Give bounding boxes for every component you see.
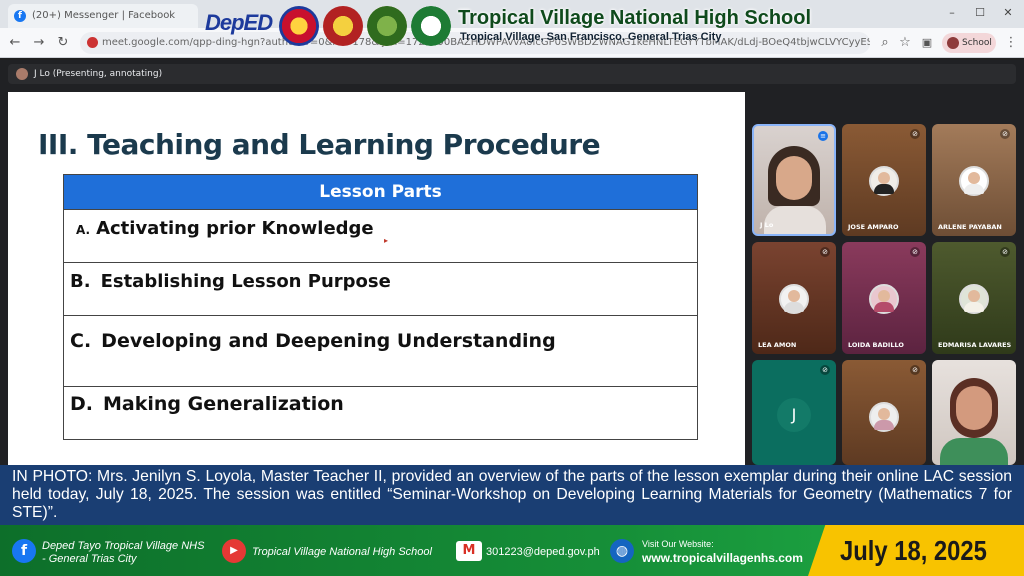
- participant-avatar: [869, 402, 899, 432]
- participant-tile[interactable]: ⊘ EDMARISA LAVARES: [932, 242, 1016, 354]
- facebook-icon: f: [14, 10, 26, 22]
- row-letter: D.: [70, 393, 93, 415]
- mic-off-icon: ⊘: [820, 247, 830, 257]
- browser-tab[interactable]: f (20+) Messenger | Facebook: [8, 4, 198, 28]
- participant-avatar: [779, 284, 809, 314]
- profile-label: School: [962, 38, 992, 48]
- youtube-channel[interactable]: Tropical Village National High School: [252, 546, 432, 558]
- mic-off-icon: ⊘: [1000, 129, 1010, 139]
- school-seal-logo: [411, 6, 451, 46]
- zoom-icon[interactable]: ⌕: [876, 34, 894, 52]
- extensions-icon[interactable]: ▣: [918, 34, 936, 52]
- close-button[interactable]: ✕: [996, 6, 1020, 22]
- participant-avatar: [869, 166, 899, 196]
- mic-off-icon: ⊘: [910, 247, 920, 257]
- participant-tile[interactable]: ⊘: [842, 360, 926, 465]
- footer-bar: f Deped Tayo Tropical Village NHS - Gene…: [0, 525, 1024, 576]
- table-header: Lesson Parts: [64, 175, 697, 209]
- participant-avatar: [959, 284, 989, 314]
- profile-chip[interactable]: School: [942, 33, 996, 53]
- presentation-slide: III. Teaching and Learning Procedure Les…: [8, 92, 745, 465]
- row-letter: C.: [70, 330, 92, 352]
- participant-tile[interactable]: ⊘ ARLENE PAYABAN: [932, 124, 1016, 236]
- participant-face: [956, 386, 992, 430]
- row-letter: A.: [76, 223, 91, 237]
- participant-avatar: [869, 284, 899, 314]
- region-seal-logo: [323, 6, 363, 46]
- table-row: D. Making Generalization: [64, 386, 697, 439]
- row-letter: B.: [70, 271, 91, 292]
- website-label: Visit Our Website:: [642, 539, 714, 549]
- row-text: Activating prior Knowledge: [96, 218, 374, 239]
- participant-initial-avatar: J: [777, 398, 811, 432]
- participant-name: JOSE AMPARO: [848, 223, 899, 231]
- meet-area: J Lo (Presenting, annotating) III. Teach…: [0, 60, 1024, 465]
- bagong-pilipinas-logo: [279, 6, 319, 46]
- participant-name: LOIDA BADILLO: [848, 341, 904, 349]
- minimize-button[interactable]: –: [940, 6, 964, 22]
- table-row: B. Establishing Lesson Purpose: [64, 262, 697, 315]
- school-name: Tropical Village National High School: [458, 7, 812, 29]
- presenter-label: J Lo (Presenting, annotating): [34, 69, 163, 79]
- participant-name: EDMARISA LAVARES: [938, 341, 1012, 349]
- facebook-icon: f: [12, 539, 36, 563]
- presenter-avatar: [16, 68, 28, 80]
- participant-tile[interactable]: [932, 360, 1016, 465]
- email-address[interactable]: 301223@deped.gov.ph: [486, 546, 600, 558]
- participant-body: [764, 206, 826, 234]
- mic-off-icon: ⊘: [1000, 247, 1010, 257]
- bookmark-star-icon[interactable]: ☆: [896, 34, 914, 52]
- speaking-indicator-icon: ≡: [818, 131, 828, 141]
- participant-body: [940, 438, 1008, 465]
- mic-off-icon: ⊘: [820, 365, 830, 375]
- presenter-bar: J Lo (Presenting, annotating): [8, 64, 1016, 84]
- post-date: July 18, 2025: [840, 535, 987, 566]
- participant-avatar: [959, 166, 989, 196]
- division-seal-logo: [367, 6, 407, 46]
- photo-caption: IN PHOTO: Mrs. Jenilyn S. Loyola, Master…: [0, 465, 1024, 525]
- more-menu-icon[interactable]: ⋮: [1002, 34, 1020, 52]
- table-row: C. Developing and Deepening Understanding: [64, 315, 697, 386]
- back-arrow-icon[interactable]: ←: [6, 34, 24, 52]
- website-url[interactable]: www.tropicalvillagenhs.com: [642, 551, 803, 565]
- participant-tile[interactable]: J ⊘: [752, 360, 836, 465]
- site-info-icon[interactable]: [87, 37, 98, 48]
- row-text: Making Generalization: [103, 393, 344, 415]
- table-row: A. Activating prior Knowledge ▸: [64, 209, 697, 262]
- deped-logo: DepED: [205, 10, 273, 35]
- participant-name: J Lo: [760, 221, 774, 229]
- row-text: Establishing Lesson Purpose: [100, 271, 391, 292]
- tab-title: (20+) Messenger | Facebook: [32, 10, 176, 21]
- annotation-cursor-icon: ▸: [384, 236, 389, 245]
- youtube-icon: ▶: [222, 539, 246, 563]
- lesson-parts-table: Lesson Parts A. Activating prior Knowledg…: [63, 174, 698, 440]
- header-logos: DepED: [205, 6, 455, 50]
- maximize-button[interactable]: ☐: [968, 6, 992, 22]
- globe-icon: ◍: [610, 539, 634, 563]
- participant-tile[interactable]: ≡ J Lo: [752, 124, 836, 236]
- facebook-page[interactable]: Deped Tayo Tropical Village NHS - Genera…: [42, 540, 204, 566]
- participant-name: LEA AMON: [758, 341, 797, 349]
- row-text: Developing and Deepening Understanding: [101, 330, 556, 352]
- forward-arrow-icon[interactable]: →: [30, 34, 48, 52]
- participant-face: [776, 156, 812, 200]
- avatar: [947, 37, 959, 49]
- school-address: Tropical Village, San Francisco, General…: [460, 31, 722, 43]
- mic-off-icon: ⊘: [910, 129, 920, 139]
- reload-icon[interactable]: ↻: [54, 34, 72, 52]
- participant-tile[interactable]: ⊘ LOIDA BADILLO: [842, 242, 926, 354]
- email-icon: M: [456, 541, 482, 561]
- participant-name: ARLENE PAYABAN: [938, 223, 1002, 231]
- slide-title: III. Teaching and Learning Procedure: [38, 128, 601, 161]
- mic-off-icon: ⊘: [910, 365, 920, 375]
- participant-tile[interactable]: ⊘ JOSE AMPARO: [842, 124, 926, 236]
- participant-tile[interactable]: ⊘ LEA AMON: [752, 242, 836, 354]
